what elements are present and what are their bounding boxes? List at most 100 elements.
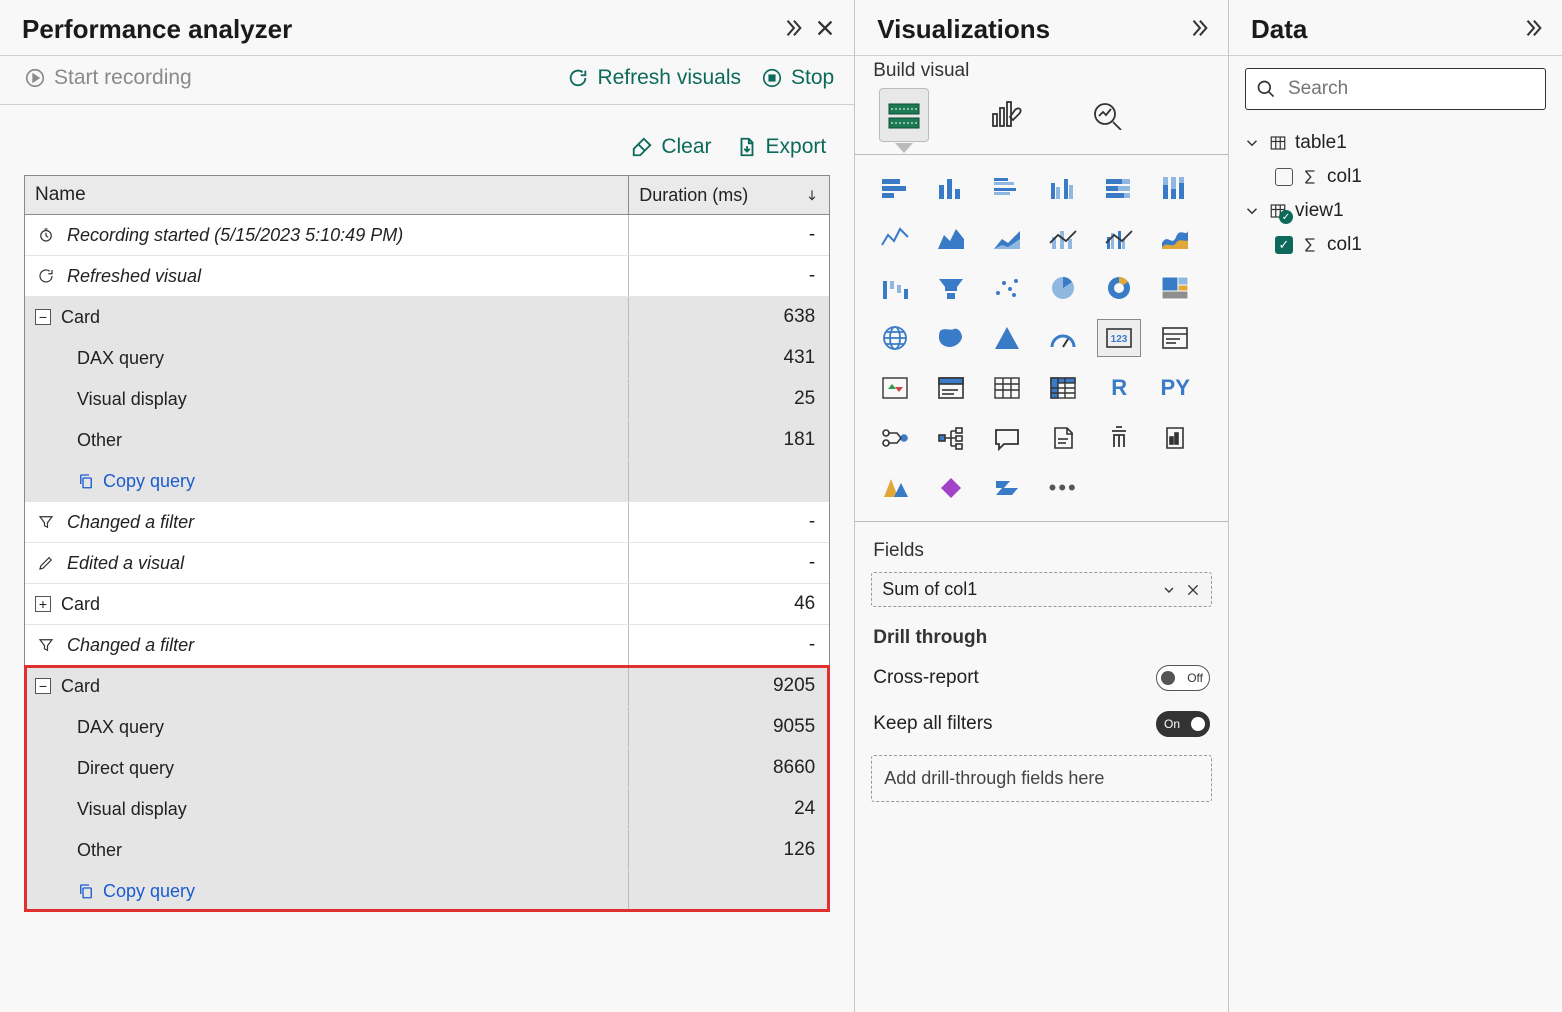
decomposition-tree-icon[interactable] bbox=[929, 419, 973, 457]
stacked-area-icon[interactable] bbox=[985, 219, 1029, 257]
stop-button[interactable]: Stop bbox=[761, 66, 834, 90]
close-icon[interactable] bbox=[814, 17, 836, 43]
paginated-report-icon[interactable] bbox=[1153, 419, 1197, 457]
card2-label: Card bbox=[61, 594, 100, 615]
row-card-1[interactable]: − Card 638 bbox=[25, 297, 829, 338]
search-input[interactable] bbox=[1245, 68, 1546, 110]
collapse-icon[interactable] bbox=[1522, 17, 1544, 43]
card-visual-icon[interactable]: 123 bbox=[1097, 319, 1141, 357]
clustered-bar-icon[interactable] bbox=[985, 169, 1029, 207]
col-duration-header[interactable]: Duration (ms) bbox=[629, 176, 829, 214]
start-recording-button[interactable]: Start recording bbox=[24, 66, 192, 90]
collapse-toggle-icon[interactable]: − bbox=[35, 309, 51, 325]
cross-report-row: Cross-report Off bbox=[855, 655, 1228, 701]
stacked-column-icon[interactable] bbox=[929, 169, 973, 207]
card3-dax-label: DAX query bbox=[35, 717, 164, 738]
export-button[interactable]: Export bbox=[736, 135, 827, 159]
fields-tree: table1 col1 view1 ✓ col1 bbox=[1229, 122, 1562, 266]
power-automate-icon[interactable] bbox=[985, 469, 1029, 507]
line-chart-icon[interactable] bbox=[873, 219, 917, 257]
card1-dax-dur: 431 bbox=[629, 341, 829, 375]
viz-subtitle: Build visual bbox=[855, 56, 1228, 82]
stacked-bar-icon[interactable] bbox=[873, 169, 917, 207]
refresh-visuals-button[interactable]: Refresh visuals bbox=[567, 66, 741, 90]
viz-gallery: 123 R PY ••• bbox=[855, 155, 1228, 513]
collapse-toggle-icon[interactable]: − bbox=[35, 678, 51, 694]
format-visual-tab[interactable] bbox=[981, 88, 1031, 142]
row-edited-visual: Edited a visual - bbox=[25, 543, 829, 584]
row-card3-vis: Visual display 24 bbox=[25, 789, 829, 830]
azure-map-icon[interactable] bbox=[985, 319, 1029, 357]
python-visual-icon[interactable]: PY bbox=[1153, 369, 1197, 407]
funnel-icon[interactable] bbox=[929, 269, 973, 307]
svg-text:123: 123 bbox=[1111, 334, 1128, 345]
copy-query-link[interactable]: Copy query bbox=[35, 881, 195, 902]
recording-started-label: Recording started (5/15/2023 5:10:49 PM) bbox=[67, 225, 403, 246]
waterfall-icon[interactable] bbox=[873, 269, 917, 307]
drill-through-drop[interactable]: Add drill-through fields here bbox=[871, 755, 1212, 802]
expand-toggle-icon[interactable]: + bbox=[35, 596, 51, 612]
hundred-stacked-column-icon[interactable] bbox=[1153, 169, 1197, 207]
power-apps-icon[interactable] bbox=[929, 469, 973, 507]
hundred-stacked-bar-icon[interactable] bbox=[1097, 169, 1141, 207]
table1-node[interactable]: table1 bbox=[1239, 126, 1552, 160]
remove-field-icon[interactable] bbox=[1185, 582, 1201, 598]
r-visual-icon[interactable]: R bbox=[1097, 369, 1141, 407]
treemap-icon[interactable] bbox=[1153, 269, 1197, 307]
search-field[interactable] bbox=[1286, 77, 1535, 101]
chevron-down-icon bbox=[1243, 202, 1261, 220]
slicer-icon[interactable] bbox=[929, 369, 973, 407]
multi-row-card-icon[interactable] bbox=[1153, 319, 1197, 357]
card1-dax-label: DAX query bbox=[35, 348, 164, 369]
view1-node[interactable]: view1 bbox=[1239, 194, 1552, 228]
kpi-icon[interactable] bbox=[873, 369, 917, 407]
smart-narrative-icon[interactable] bbox=[1041, 419, 1085, 457]
metrics-icon[interactable] bbox=[1097, 419, 1141, 457]
more-visuals-icon[interactable]: ••• bbox=[1041, 469, 1085, 507]
line-clustered-column-icon[interactable] bbox=[1097, 219, 1141, 257]
map-icon[interactable] bbox=[873, 319, 917, 357]
field-well[interactable]: Sum of col1 bbox=[871, 572, 1212, 607]
checkbox-checked[interactable]: ✓ bbox=[1275, 236, 1293, 254]
chevron-down-icon[interactable] bbox=[1161, 582, 1177, 598]
collapse-icon[interactable] bbox=[782, 17, 804, 43]
col-name-header[interactable]: Name bbox=[25, 176, 629, 214]
key-influencers-icon[interactable] bbox=[873, 419, 917, 457]
filled-map-icon[interactable] bbox=[929, 319, 973, 357]
row-card-3[interactable]: − Card 9205 bbox=[25, 666, 829, 707]
card1-other-dur: 181 bbox=[629, 423, 829, 457]
clustered-column-icon[interactable] bbox=[1041, 169, 1085, 207]
ribbon-chart-icon[interactable] bbox=[1153, 219, 1197, 257]
donut-icon[interactable] bbox=[1097, 269, 1141, 307]
row-card-2[interactable]: + Card 46 bbox=[25, 584, 829, 625]
clear-button[interactable]: Clear bbox=[631, 135, 711, 159]
build-visual-tab[interactable] bbox=[879, 88, 929, 142]
gauge-icon[interactable] bbox=[1041, 319, 1085, 357]
qa-icon[interactable] bbox=[985, 419, 1029, 457]
card3-vis-label: Visual display bbox=[35, 799, 187, 820]
cross-report-toggle[interactable]: Off bbox=[1156, 665, 1210, 691]
data-panel: Data table1 col1 view1 ✓ bbox=[1229, 0, 1562, 1012]
keep-filters-row: Keep all filters On bbox=[855, 701, 1228, 747]
checkbox-unchecked[interactable] bbox=[1275, 168, 1293, 186]
collapse-icon[interactable] bbox=[1188, 17, 1210, 43]
clock-icon bbox=[35, 226, 57, 244]
card1-dur: 638 bbox=[629, 300, 829, 334]
viz-mode-tabs bbox=[855, 82, 1228, 142]
sigma-icon bbox=[1301, 236, 1319, 254]
arcgis-map-icon[interactable] bbox=[873, 469, 917, 507]
row-recording-started: Recording started (5/15/2023 5:10:49 PM)… bbox=[25, 215, 829, 256]
scatter-icon[interactable] bbox=[985, 269, 1029, 307]
view1-col1-label: col1 bbox=[1327, 234, 1362, 256]
cross-report-label: Cross-report bbox=[873, 667, 979, 689]
table1-col1-node[interactable]: col1 bbox=[1239, 160, 1552, 194]
area-chart-icon[interactable] bbox=[929, 219, 973, 257]
keep-filters-toggle[interactable]: On bbox=[1156, 711, 1210, 737]
copy-query-link[interactable]: Copy query bbox=[35, 471, 195, 492]
matrix-icon[interactable] bbox=[1041, 369, 1085, 407]
table-icon[interactable] bbox=[985, 369, 1029, 407]
pie-icon[interactable] bbox=[1041, 269, 1085, 307]
line-stacked-column-icon[interactable] bbox=[1041, 219, 1085, 257]
view1-col1-node[interactable]: ✓ col1 bbox=[1239, 228, 1552, 262]
analytics-tab[interactable] bbox=[1083, 88, 1133, 142]
